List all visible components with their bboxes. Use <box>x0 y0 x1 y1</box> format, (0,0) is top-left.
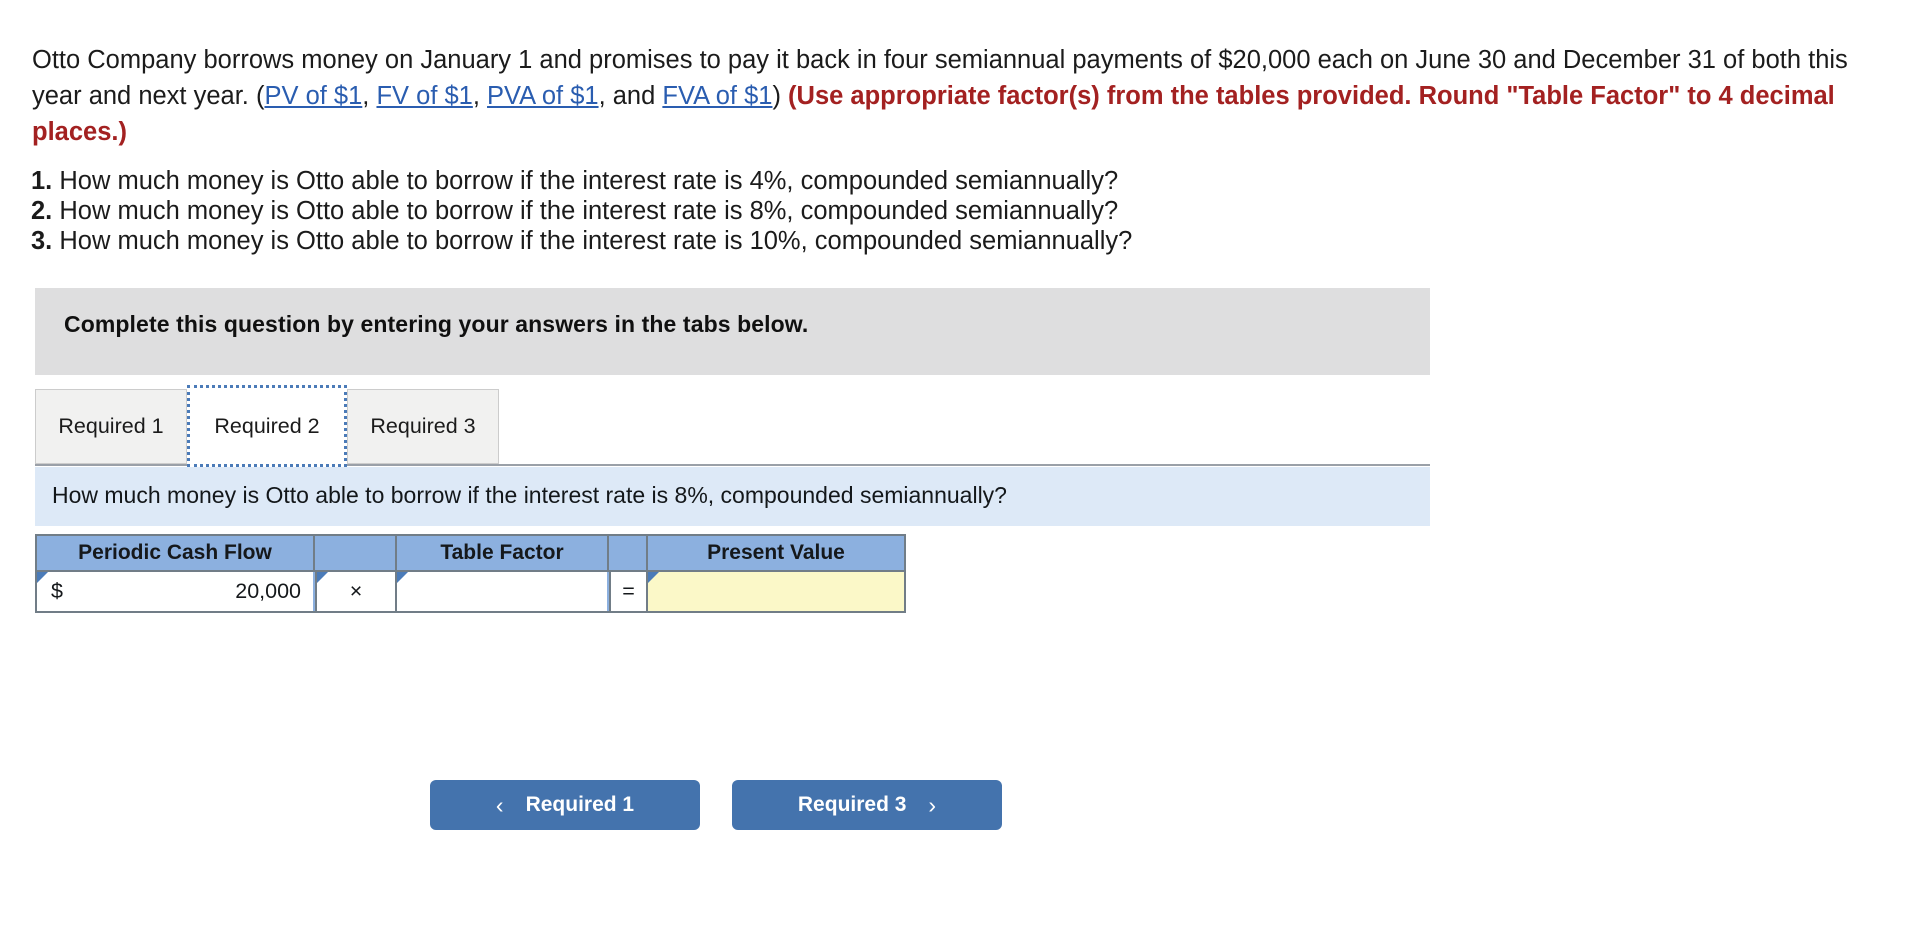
tab-required-2-label: Required 2 <box>214 413 320 438</box>
fva-of-1-link[interactable]: FVA of $1 <box>662 82 772 110</box>
requirement-text-2: How much money is Otto able to borrow if… <box>52 197 1119 225</box>
tab-required-3[interactable]: Required 3 <box>347 389 499 464</box>
header-operator-1 <box>315 536 397 572</box>
pva-of-1-link[interactable]: PVA of $1 <box>487 82 599 110</box>
link-separator-2: , <box>472 82 488 110</box>
chevron-left-icon: ‹ <box>495 791 504 818</box>
tab-navigation: ‹ Required 1 Required 3 › <box>430 780 1002 830</box>
sub-question-bar: How much money is Otto able to borrow if… <box>35 467 1430 526</box>
cell-table-factor-input[interactable] <box>397 572 609 611</box>
header-operator-2 <box>609 536 648 572</box>
requirement-number-3: 3. <box>31 227 53 255</box>
link-separator-1: , <box>362 82 377 110</box>
calculation-table: Periodic Cash Flow Table Factor Present … <box>35 534 906 613</box>
requirement-tabs: Required 1 Required 2 Required 3 <box>35 385 1430 467</box>
requirements-list: 1. How much money is Otto able to borrow… <box>31 166 1631 256</box>
header-present-value: Present Value <box>648 536 904 572</box>
chevron-right-icon: › <box>928 791 937 818</box>
exercise-page: Otto Company borrows money on January 1 … <box>0 0 1916 930</box>
requirement-number-1: 1. <box>31 167 53 195</box>
header-periodic-cash-flow: Periodic Cash Flow <box>37 536 315 572</box>
requirement-item-3: 3. How much money is Otto able to borrow… <box>31 226 1631 256</box>
sub-question-text: How much money is Otto able to borrow if… <box>52 482 1007 508</box>
cell-marker-triangle-icon <box>317 572 328 583</box>
tab-required-2[interactable]: Required 2 <box>187 385 347 467</box>
next-required-button[interactable]: Required 3 › <box>732 780 1002 830</box>
link-separator-3: , and <box>598 82 663 110</box>
cell-operator-multiply: × <box>315 572 397 611</box>
instruction-banner-text: Complete this question by entering your … <box>64 311 809 337</box>
tab-required-1[interactable]: Required 1 <box>35 389 187 464</box>
requirement-number-2: 2. <box>31 197 53 225</box>
cell-marker-triangle-icon <box>37 572 48 583</box>
cell-marker-triangle-icon <box>648 572 659 583</box>
instruction-banner: Complete this question by entering your … <box>35 288 1430 375</box>
table-row: $ 20,000 × = <box>37 572 904 611</box>
header-table-factor: Table Factor <box>397 536 609 572</box>
problem-statement: Otto Company borrows money on January 1 … <box>32 42 1898 150</box>
fv-of-1-link[interactable]: FV of $1 <box>376 82 472 110</box>
previous-required-button[interactable]: ‹ Required 1 <box>430 780 700 830</box>
requirement-item-1: 1. How much money is Otto able to borrow… <box>31 166 1631 196</box>
pv-of-1-link[interactable]: PV of $1 <box>264 82 362 110</box>
requirement-text-1: How much money is Otto able to borrow if… <box>52 167 1119 195</box>
table-header-row: Periodic Cash Flow Table Factor Present … <box>37 536 904 572</box>
currency-symbol: $ <box>51 579 63 603</box>
cell-marker-triangle-icon <box>397 572 408 583</box>
cell-present-value-answer[interactable] <box>648 572 904 611</box>
cell-operator-equals: = <box>609 572 648 611</box>
previous-required-button-label: Required 1 <box>525 793 635 816</box>
requirement-text-3: How much money is Otto able to borrow if… <box>52 227 1133 255</box>
cell-periodic-cash-flow[interactable]: $ 20,000 <box>37 572 315 611</box>
tab-required-1-label: Required 1 <box>58 414 164 438</box>
equals-operator-glyph: = <box>622 579 635 603</box>
multiply-operator-glyph: × <box>349 579 363 603</box>
problem-text-part2: ) <box>772 82 789 110</box>
periodic-cash-flow-value: 20,000 <box>235 579 301 603</box>
requirement-item-2: 2. How much money is Otto able to borrow… <box>31 196 1631 226</box>
next-required-button-label: Required 3 <box>797 793 907 816</box>
tab-required-3-label: Required 3 <box>370 414 476 438</box>
